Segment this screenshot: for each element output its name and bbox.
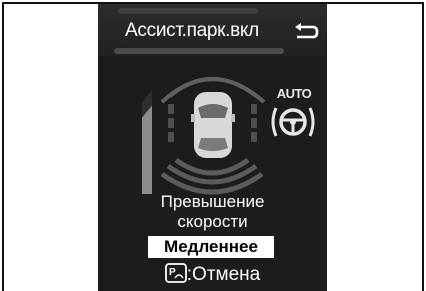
auto-steering-wheel-icon: [271, 107, 315, 137]
cancel-label: :Отмена: [186, 264, 261, 285]
parking-scene: AUTO: [98, 56, 327, 202]
auto-steering-indicator: AUTO: [268, 86, 318, 142]
rear-sensor-arcs: [160, 157, 264, 195]
parking-assist-screen: Ассист.парк.вкл AUTO Превышение скорости…: [98, 4, 327, 291]
message-line-1: Превышение: [160, 192, 265, 211]
cancel-hint[interactable]: P :Отмена: [98, 262, 327, 288]
header-bar: Ассист.парк.вкл: [98, 4, 327, 56]
frame-border-left: [2, 2, 4, 291]
header-underline: [114, 48, 284, 54]
speed-indicator-bar: [142, 90, 152, 194]
auto-label: AUTO: [276, 86, 312, 101]
message-line-2: скорости: [177, 212, 248, 231]
svg-text:P: P: [169, 267, 176, 278]
warning-message: Превышение скорости: [98, 192, 327, 232]
parking-assist-icon: P: [164, 263, 187, 283]
frame-border-right: [422, 2, 424, 291]
vehicle-icon: [191, 92, 235, 158]
header-decoration: [118, 8, 258, 14]
slow-down-badge: Медленнее: [148, 236, 274, 258]
back-arrow-icon[interactable]: [289, 22, 319, 42]
screen-title: Ассист.парк.вкл: [125, 20, 259, 41]
